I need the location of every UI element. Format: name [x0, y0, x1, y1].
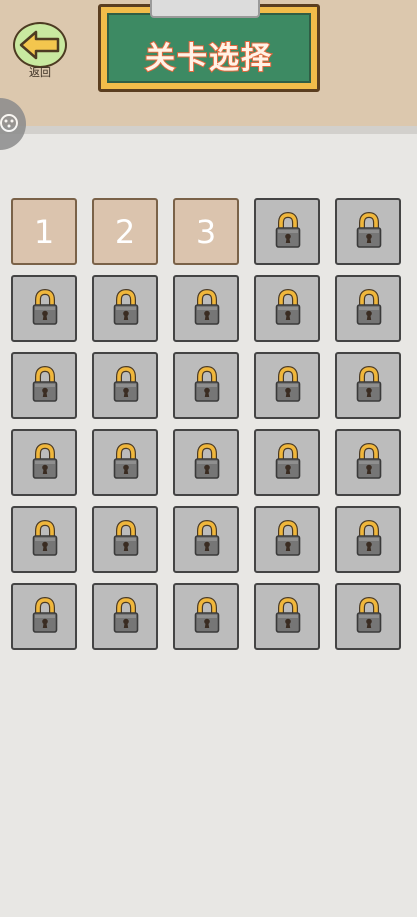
padlock-icon	[275, 365, 301, 408]
back-button-label: 返回	[29, 66, 51, 79]
level-tile-locked[interactable]	[11, 352, 77, 419]
level-tile-locked[interactable]	[173, 352, 239, 419]
padlock-icon	[113, 596, 139, 639]
padlock-icon	[356, 365, 382, 408]
level-tile-locked[interactable]	[92, 429, 158, 496]
padlock-icon	[113, 442, 139, 485]
padlock-icon	[275, 211, 301, 254]
padlock-icon	[194, 288, 220, 331]
padlock-icon	[194, 365, 220, 408]
padlock-icon	[32, 596, 58, 639]
level-tile-locked[interactable]	[254, 198, 320, 265]
gamepad-icon	[0, 114, 18, 132]
level-tile-locked[interactable]	[11, 583, 77, 650]
level-tile-locked[interactable]	[173, 429, 239, 496]
level-tile-locked[interactable]	[335, 506, 401, 573]
level-tile-locked[interactable]	[335, 429, 401, 496]
padlock-icon	[275, 596, 301, 639]
level-tile-locked[interactable]	[92, 506, 158, 573]
level-tile-locked[interactable]	[11, 506, 77, 573]
arrow-left-icon	[19, 30, 60, 60]
header-bar: 返回 关卡选择	[0, 0, 417, 126]
padlock-icon	[113, 288, 139, 331]
padlock-icon	[194, 442, 220, 485]
level-grid: 1 2 3	[11, 198, 403, 650]
padlock-icon	[113, 519, 139, 562]
padlock-icon	[113, 365, 139, 408]
level-tile-locked[interactable]	[11, 429, 77, 496]
level-tile-locked[interactable]	[254, 506, 320, 573]
level-tile-locked[interactable]	[254, 583, 320, 650]
padlock-icon	[356, 442, 382, 485]
level-tile-locked[interactable]	[254, 275, 320, 342]
level-tile[interactable]: 3	[173, 198, 239, 265]
level-tile-locked[interactable]	[335, 352, 401, 419]
padlock-icon	[356, 596, 382, 639]
back-button[interactable]: 返回	[12, 22, 72, 79]
level-tile-locked[interactable]	[92, 352, 158, 419]
padlock-icon	[32, 288, 58, 331]
padlock-icon	[356, 288, 382, 331]
level-tile-locked[interactable]	[335, 583, 401, 650]
header-divider	[0, 126, 417, 134]
level-number: 3	[195, 212, 217, 251]
padlock-icon	[194, 596, 220, 639]
padlock-icon	[275, 442, 301, 485]
padlock-icon	[356, 519, 382, 562]
level-tile-locked[interactable]	[254, 352, 320, 419]
level-tile-locked[interactable]	[173, 506, 239, 573]
chalkboard: 关卡选择	[107, 13, 311, 83]
level-tile-locked[interactable]	[11, 275, 77, 342]
level-tile[interactable]: 1	[11, 198, 77, 265]
padlock-icon	[32, 519, 58, 562]
level-number: 1	[33, 212, 55, 251]
level-number: 2	[114, 212, 136, 251]
board-clip	[150, 0, 260, 18]
padlock-icon	[356, 211, 382, 254]
level-tile-locked[interactable]	[173, 583, 239, 650]
level-tile-locked[interactable]	[254, 429, 320, 496]
padlock-icon	[194, 519, 220, 562]
level-tile-locked[interactable]	[335, 198, 401, 265]
level-tile-locked[interactable]	[173, 275, 239, 342]
level-tile-locked[interactable]	[92, 275, 158, 342]
level-tile-locked[interactable]	[335, 275, 401, 342]
padlock-icon	[275, 288, 301, 331]
padlock-icon	[32, 442, 58, 485]
page-title: 关卡选择	[144, 40, 273, 77]
level-tile[interactable]: 2	[92, 198, 158, 265]
padlock-icon	[275, 519, 301, 562]
padlock-icon	[32, 365, 58, 408]
level-tile-locked[interactable]	[92, 583, 158, 650]
